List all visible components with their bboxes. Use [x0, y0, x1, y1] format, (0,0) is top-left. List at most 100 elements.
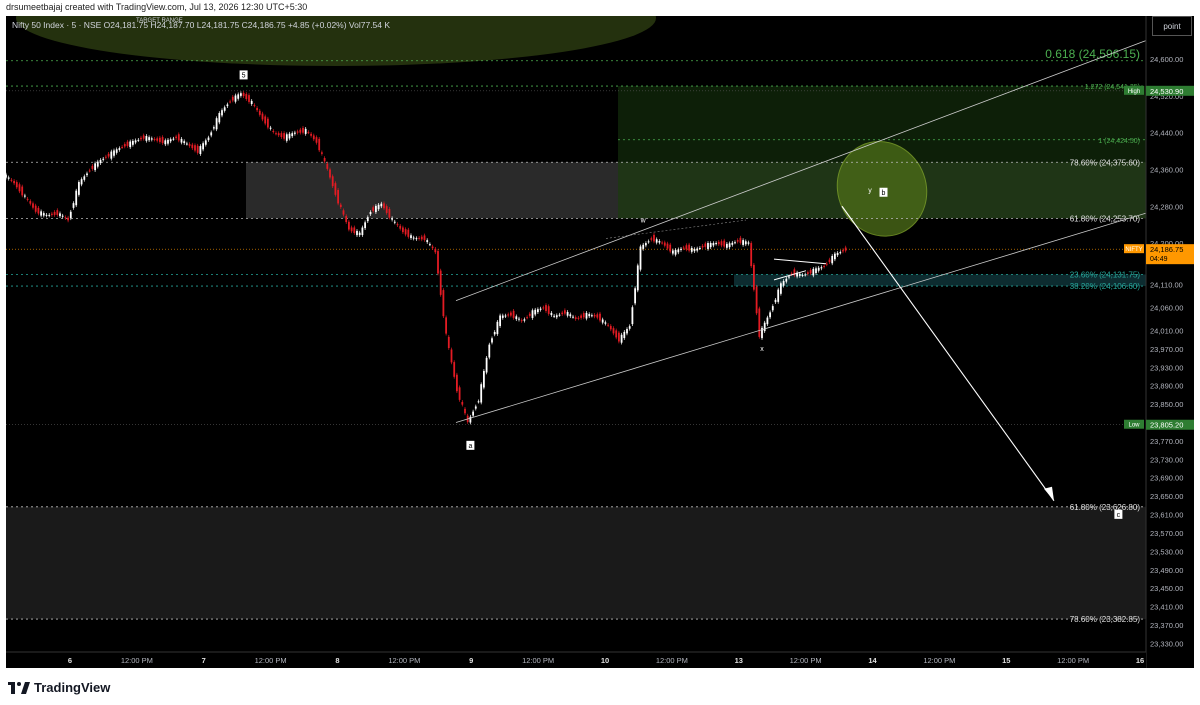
candle-body — [817, 267, 820, 271]
unit-button[interactable]: point — [1152, 16, 1192, 36]
x-tick-label: 6 — [68, 656, 72, 665]
candle-body — [426, 240, 429, 243]
candle-body — [285, 134, 288, 141]
candle-body — [342, 210, 345, 215]
candle-body — [26, 198, 29, 200]
candle-body — [78, 182, 80, 195]
candle-body — [520, 320, 523, 322]
candle-body — [318, 138, 321, 151]
candle-body — [204, 140, 207, 145]
candle-body — [272, 130, 275, 132]
x-tick-label: 12:00 PM — [522, 656, 554, 665]
price-chart[interactable]: TARGET RANGE0.618 (24,596.15)1.272 (24,5… — [6, 16, 1194, 668]
candle-body — [402, 227, 404, 233]
y-tick-label: 24,110.00 — [1150, 280, 1183, 289]
fib-level-label: 61.80% (24,253.70) — [1070, 214, 1141, 223]
candle-body — [483, 371, 485, 388]
candle-body — [634, 288, 636, 304]
candle-body — [407, 229, 410, 237]
candle-body — [350, 227, 353, 232]
candle-body — [688, 244, 690, 251]
candle-body — [51, 213, 53, 215]
candle-body — [680, 248, 682, 250]
candle-body — [123, 144, 126, 147]
wave-label: a — [468, 443, 472, 450]
y-tick-label: 23,970.00 — [1150, 345, 1183, 354]
candle-body — [137, 139, 140, 141]
candle-body — [56, 210, 59, 215]
candle-body — [261, 113, 264, 120]
candle-body — [442, 290, 445, 317]
candle-body — [388, 209, 391, 218]
chart-frame[interactable]: TARGET RANGE 0.618 (24,596.15) 1.272 (24,5… — [6, 16, 1194, 668]
candle-body — [242, 92, 245, 97]
candle-body — [450, 349, 453, 363]
candle-body — [645, 243, 647, 246]
time-axis — [6, 652, 1146, 668]
candle-body — [412, 237, 415, 239]
candle-body — [372, 207, 375, 211]
candle-body — [240, 93, 242, 96]
candle-body — [6, 174, 7, 178]
candle-body — [561, 312, 564, 315]
candle-body — [323, 158, 326, 162]
candle-body — [701, 245, 704, 248]
candle-body — [828, 259, 831, 263]
candle-body — [464, 408, 466, 414]
fib-level-label: 78.60% (23,382.85) — [1070, 615, 1141, 624]
candle-body — [447, 336, 450, 349]
price-tag-countdown: 04:49 — [1150, 256, 1168, 263]
candle-body — [485, 357, 488, 373]
candle-body — [113, 150, 115, 156]
candle-body — [110, 151, 113, 159]
symbol-header: Nifty 50 Index · 5 · NSE O24,181.75 H24,… — [12, 20, 391, 30]
candle-body — [650, 238, 653, 240]
candle-body — [237, 94, 240, 99]
price-tag-label: Low — [1128, 423, 1140, 429]
candle-body — [809, 269, 812, 274]
candle-body — [647, 241, 650, 243]
x-tick-label: 10 — [601, 656, 609, 665]
candle-body — [526, 317, 528, 319]
candle-body — [210, 132, 213, 136]
candle-body — [331, 176, 334, 187]
candle-body — [345, 216, 348, 223]
candle-body — [326, 163, 329, 169]
x-tick-label: 13 — [735, 656, 743, 665]
tradingview-logo-icon — [8, 681, 30, 694]
candle-body — [264, 116, 267, 124]
candle-body — [663, 242, 666, 246]
candle-body — [186, 143, 188, 145]
fib-level-label: 23.60% (24,131.75) — [1070, 270, 1141, 279]
wave-label: b — [882, 190, 886, 197]
candle-body — [677, 249, 680, 253]
y-tick-label: 24,060.00 — [1150, 303, 1183, 312]
tradingview-logo[interactable]: TradingView — [8, 680, 110, 695]
fib-level-label: 38.20% (24,106.60) — [1070, 282, 1141, 291]
candle-body — [631, 307, 634, 325]
candle-body — [690, 247, 693, 252]
candle-body — [37, 207, 40, 214]
fib-level-label: 78.60% (24,375.60) — [1070, 158, 1141, 167]
candle-body — [523, 319, 526, 321]
candle-body — [102, 158, 105, 160]
wave-label: w — [640, 217, 647, 224]
candle-body — [480, 384, 483, 403]
y-tick-label: 23,450.00 — [1150, 584, 1183, 593]
candle-body — [415, 238, 418, 240]
candle-body — [183, 141, 186, 144]
candle-body — [655, 239, 658, 243]
candle-body — [391, 218, 393, 220]
candle-body — [720, 241, 723, 246]
price-tag-value: 24,530.90 — [1150, 87, 1183, 96]
candle-body — [88, 170, 91, 172]
candle-body — [699, 247, 701, 249]
candle-body — [53, 211, 56, 215]
candle-body — [321, 152, 323, 154]
candle-body — [707, 242, 709, 249]
candle-body — [653, 234, 655, 242]
candle-body — [45, 214, 48, 216]
fib-level-label: 61.80% (23,626.80) — [1070, 503, 1141, 512]
candle-body — [812, 268, 815, 276]
candle-body — [294, 132, 296, 134]
